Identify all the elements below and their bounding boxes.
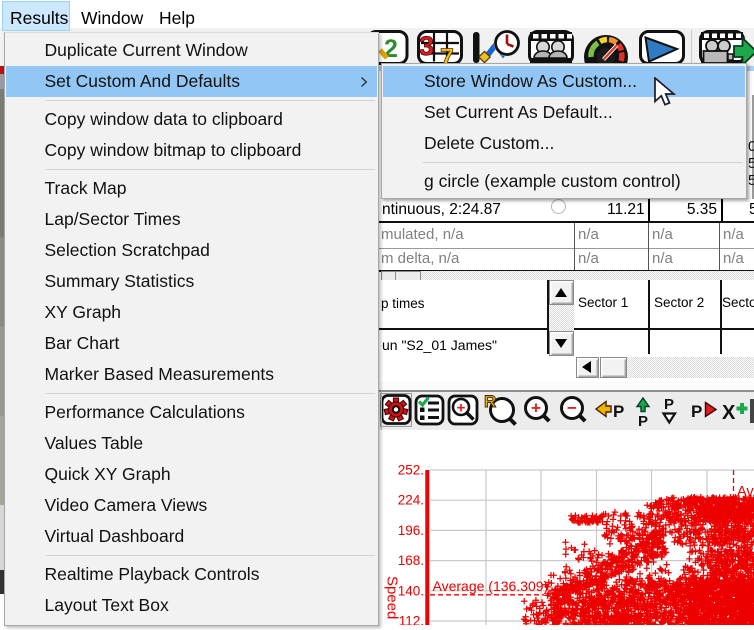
svg-text:X: X <box>722 402 736 424</box>
svg-text:+: + <box>457 400 466 417</box>
svg-text:P: P <box>638 413 648 430</box>
svg-text:P: P <box>613 402 624 421</box>
svg-text:Speed: Speed <box>384 576 401 619</box>
svg-text:140.: 140. <box>398 583 424 598</box>
svg-text:P: P <box>691 402 702 421</box>
svg-text:224.: 224. <box>398 493 424 508</box>
svg-text:R: R <box>484 392 496 411</box>
svg-text:252.: 252. <box>398 463 424 478</box>
svg-text:−: − <box>567 399 577 418</box>
svg-text:+: + <box>531 399 541 418</box>
svg-text:196.: 196. <box>398 523 424 538</box>
svg-text:168.: 168. <box>398 553 424 568</box>
svg-text:P: P <box>664 396 674 413</box>
svg-text:112.: 112. <box>399 614 424 626</box>
svg-text:Average (136.309): Average (136.309) <box>433 578 549 594</box>
